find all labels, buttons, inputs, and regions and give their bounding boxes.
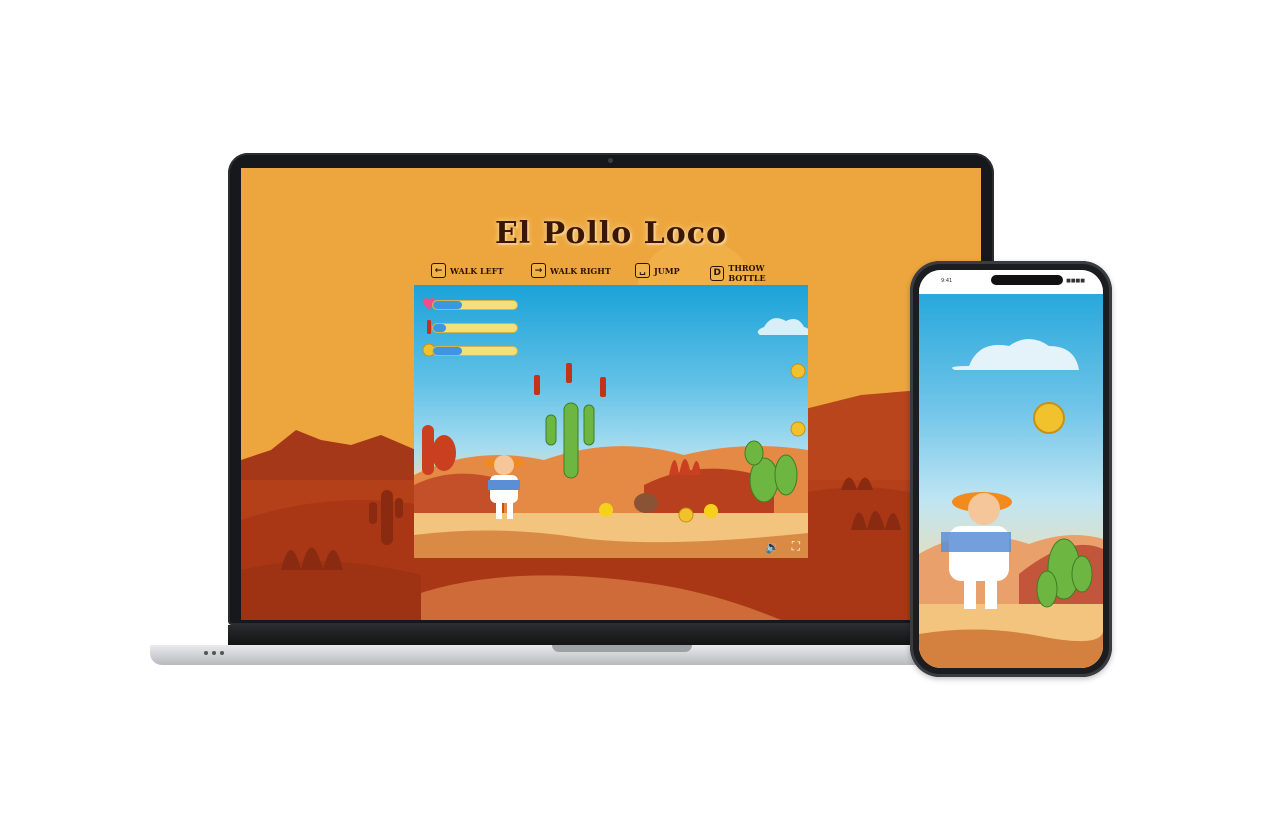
game-title: El Pollo Loco (494, 216, 728, 251)
control-label: Walk left (450, 265, 504, 276)
health-bar (422, 298, 518, 310)
laptop-camera (608, 158, 613, 163)
laptop-indicator-dot (220, 651, 224, 655)
coin-bar (422, 343, 518, 357)
bottle-bar (422, 320, 518, 334)
arrow-right-key-icon: → (531, 263, 546, 278)
phone-frame: 9:41 ■■■■ (910, 261, 1112, 677)
control-label: Throw bottle (728, 263, 766, 283)
phone-dynamic-island (991, 275, 1063, 285)
phone-game-canvas[interactable] (919, 294, 1103, 668)
controls-legend: ← Walk left → Walk right ␣ Jump D Throw … (431, 263, 801, 283)
control-walk-right: → Walk right (531, 263, 611, 278)
phone-screen: 9:41 ■■■■ (919, 270, 1103, 668)
phone-signal-icon: ■■■■ (1066, 278, 1085, 284)
sound-icon[interactable]: 🔉 (765, 540, 780, 554)
control-label: Jump (654, 265, 680, 276)
arrow-left-key-icon: ← (431, 263, 446, 278)
phone-time: 9:41 (941, 278, 953, 284)
laptop-hinge (228, 625, 994, 647)
phone-game-scene (919, 339, 1103, 668)
control-label: Walk right (550, 265, 611, 276)
laptop-frame: El Pollo Loco ← Walk left → Walk right ␣… (228, 153, 994, 625)
control-walk-left: ← Walk left (431, 263, 503, 278)
d-key-icon: D (710, 265, 725, 281)
fullscreen-icon[interactable]: ⛶ (792, 539, 800, 554)
game-canvas[interactable]: 🔉 ⛶ (414, 285, 808, 558)
laptop-indicator-dot (212, 651, 216, 655)
space-key-icon: ␣ (635, 263, 650, 278)
laptop-screen: El Pollo Loco ← Walk left → Walk right ␣… (241, 168, 981, 620)
control-throw-bottle: D Throw bottle (710, 263, 801, 283)
bottle-fill (433, 324, 446, 332)
laptop-notch (552, 645, 692, 652)
phone-status-bar: 9:41 ■■■■ (919, 270, 1103, 294)
coin-fill (433, 347, 463, 355)
health-fill (433, 301, 463, 309)
laptop-indicator-dot (204, 651, 208, 655)
control-jump: ␣ Jump (635, 263, 680, 278)
